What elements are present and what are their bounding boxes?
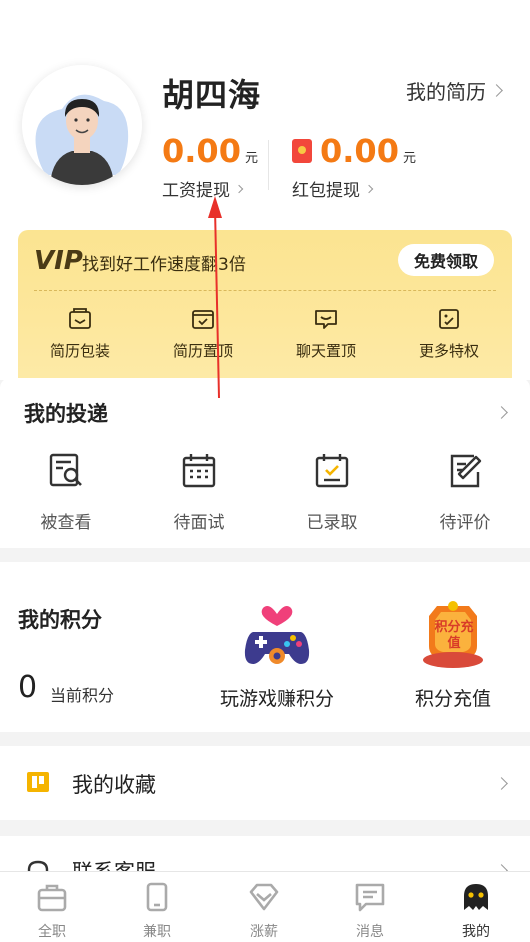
status-label: 待面试: [173, 513, 225, 533]
points-recharge-label: 积分充值: [414, 688, 491, 710]
parttime-icon: [146, 882, 168, 912]
favorites-title: 我的收藏: [72, 773, 156, 797]
tab-label: 涨薪: [250, 924, 278, 940]
chevron-right-icon: [234, 184, 244, 193]
redpacket-value: 0.00: [320, 132, 399, 170]
chevron-right-icon[interactable]: [495, 406, 508, 419]
fulltime-icon: [37, 884, 67, 912]
my-resume-label: 我的简历: [406, 80, 486, 104]
points-value-label: 当前积分: [50, 686, 115, 705]
vip-item-resume-package[interactable]: 简历包装: [30, 308, 130, 361]
tab-message[interactable]: 消息: [330, 882, 410, 941]
salary-amount: 0.00 元: [162, 132, 258, 170]
hired-icon: [315, 454, 349, 488]
tab-label: 消息: [356, 924, 384, 940]
tab-label: 兼职: [143, 924, 171, 940]
recharge-badge-text: 积分充值: [434, 620, 474, 651]
delivery-title: 我的投递: [24, 402, 108, 426]
vip-item-chat-top[interactable]: 聊天置顶: [276, 308, 376, 361]
chevron-right-icon: [495, 777, 508, 790]
points-value: 0: [18, 670, 38, 705]
avatar[interactable]: [22, 65, 142, 185]
chevron-right-icon: [490, 84, 503, 97]
salary-withdraw-label: 工资提现: [162, 181, 230, 201]
raise-icon: [249, 883, 279, 911]
redpacket-amount: 0.00 元: [292, 132, 416, 170]
status-viewed[interactable]: 被查看: [11, 452, 121, 533]
status-hired[interactable]: 已录取: [277, 452, 387, 533]
profile-header: 胡四海 我的简历 0.00 元 工资提现 0.00 元 红包提现 VIP 找到好…: [0, 0, 530, 380]
viewed-icon: [49, 453, 82, 487]
vip-logo: VIP: [34, 246, 83, 276]
points-title: 我的积分: [18, 608, 102, 632]
my-resume-link[interactable]: 我的简历: [406, 76, 503, 105]
resume-top-icon: [192, 310, 214, 329]
vip-item-label: 更多特权: [418, 342, 479, 360]
edit-review-icon: [450, 454, 482, 488]
chevron-right-icon: [364, 184, 374, 193]
salary-value: 0.00: [162, 132, 241, 170]
vip-item-label: 简历置顶: [172, 342, 233, 360]
user-name: 胡四海: [162, 76, 262, 114]
divider: [268, 140, 269, 190]
tab-fulltime[interactable]: 全职: [12, 882, 92, 941]
vip-item-label: 简历包装: [49, 342, 110, 360]
tab-label: 我的: [462, 924, 490, 940]
message-icon: [355, 883, 385, 912]
vip-card[interactable]: VIP 找到好工作速度翻3倍 免费领取 简历包装 简历置顶 聊天置顶 更多特权: [18, 230, 512, 380]
mine-icon: [464, 884, 488, 910]
status-label: 被查看: [40, 513, 92, 533]
vip-slogan: 找到好工作速度翻3倍: [82, 255, 246, 275]
favorites-row[interactable]: 我的收藏: [0, 746, 530, 820]
calendar-icon: [182, 454, 216, 488]
red-envelope-icon: [292, 139, 312, 163]
dashed-divider: [34, 290, 496, 291]
play-game-label: 玩游戏赚积分: [219, 688, 334, 710]
salary-unit: 元: [244, 151, 258, 166]
salary-withdraw-link[interactable]: 工资提现: [162, 176, 244, 201]
vip-item-resume-top[interactable]: 简历置顶: [153, 308, 253, 361]
points-recharge[interactable]: 积分充值: [388, 598, 518, 711]
redpacket-unit: 元: [402, 151, 416, 166]
status-pending-interview[interactable]: 待面试: [144, 452, 254, 533]
redpacket-withdraw-label: 红包提现: [292, 181, 360, 201]
status-label: 待评价: [439, 513, 491, 533]
contact-service-row[interactable]: 联系客服: [0, 836, 530, 884]
bottom-tab-bar: 全职 兼职 涨薪 消息 我的: [0, 871, 530, 942]
free-claim-button[interactable]: 免费领取: [398, 244, 494, 276]
tab-label: 全职: [38, 924, 66, 940]
status-pending-review[interactable]: 待评价: [410, 452, 520, 533]
avatar-illustration: [22, 65, 142, 185]
vip-item-more-privileges[interactable]: 更多特权: [399, 308, 499, 361]
more-privileges-icon: [439, 309, 459, 329]
chat-top-icon: [315, 310, 337, 329]
resume-package-icon: [69, 308, 91, 329]
play-game-earn-points[interactable]: 玩游戏赚积分: [212, 598, 342, 711]
tab-mine[interactable]: 我的: [436, 882, 516, 941]
gamepad-icon: [244, 606, 310, 664]
tab-parttime[interactable]: 兼职: [117, 882, 197, 941]
vip-item-label: 聊天置顶: [295, 342, 356, 360]
redpacket-withdraw-link[interactable]: 红包提现: [292, 176, 374, 201]
favorites-icon: [27, 772, 49, 792]
tab-raise[interactable]: 涨薪: [224, 882, 304, 941]
status-label: 已录取: [306, 513, 358, 533]
